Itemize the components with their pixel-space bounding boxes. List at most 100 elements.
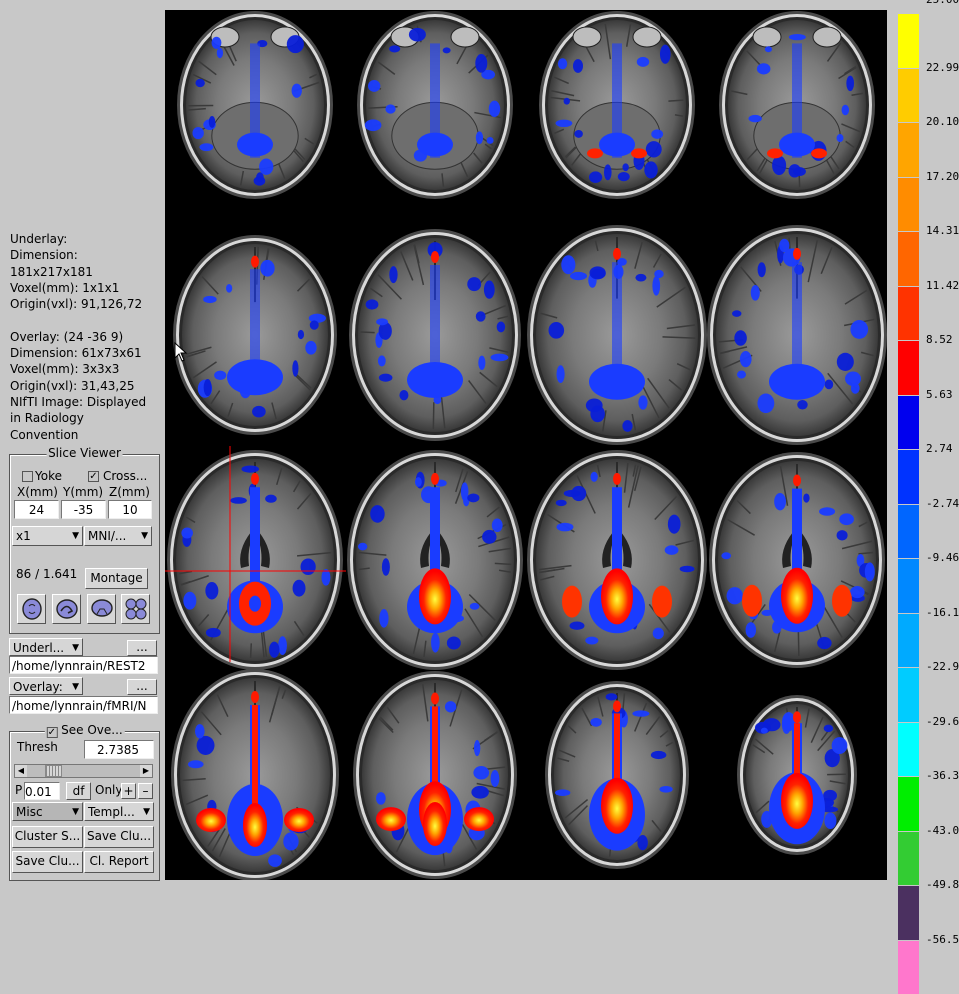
brain-slice[interactable] xyxy=(177,11,333,199)
y-coordinate-input[interactable]: -35 xyxy=(61,500,106,519)
axial-view-button[interactable] xyxy=(17,594,46,624)
info-line: Convention xyxy=(10,427,162,443)
colorbar-segment xyxy=(898,886,919,940)
brain-slice[interactable] xyxy=(347,450,523,670)
colorbar-label: 5.63 xyxy=(926,388,953,401)
x-coordinate-input[interactable]: 24 xyxy=(14,500,59,519)
brain-slice[interactable] xyxy=(357,11,513,199)
image-info: Underlay:Dimension:181x217x181Voxel(mm):… xyxy=(10,231,162,443)
p-label: P xyxy=(15,783,22,797)
overlay-path-field[interactable]: /home/lynnrain/fMRI/N xyxy=(9,696,158,714)
colorbar-segment xyxy=(898,450,919,504)
brain-slice[interactable] xyxy=(539,11,695,199)
yoke-checkbox[interactable] xyxy=(22,471,33,482)
slider-left-arrow[interactable]: ◀ xyxy=(15,765,27,777)
misc-select[interactable]: Misc ▼ xyxy=(12,802,83,821)
info-line xyxy=(10,312,162,328)
brain-slice[interactable] xyxy=(173,235,337,435)
slider-right-arrow[interactable]: ▶ xyxy=(140,765,152,777)
colorbar-segment xyxy=(898,123,919,177)
only-minus-button[interactable]: – xyxy=(138,783,153,799)
colorbar-label: -43.0 xyxy=(926,824,959,837)
info-line: in Radiology xyxy=(10,410,162,426)
info-line: Overlay: (24 -36 9) xyxy=(10,329,162,345)
save-cluster-button-1[interactable]: Save Clu... xyxy=(84,826,154,848)
space-select-value: MNI/... xyxy=(88,529,126,543)
brain-slice[interactable] xyxy=(527,450,707,670)
only-plus-button[interactable]: + xyxy=(121,783,136,799)
brain-slice[interactable] xyxy=(709,452,885,668)
underlay-path-field[interactable]: /home/lynnrain/REST2 xyxy=(9,656,158,674)
slice-viewer-title: Slice Viewer xyxy=(46,446,123,460)
template-select-value: Templ... xyxy=(88,805,135,819)
tri-view-button[interactable] xyxy=(121,594,150,624)
chevron-down-icon: ▼ xyxy=(72,803,79,821)
colorbar-segment xyxy=(898,232,919,286)
space-select[interactable]: MNI/... ▼ xyxy=(84,526,152,546)
colorbar-label: -56.5 xyxy=(926,933,959,946)
colorbar-segment xyxy=(898,723,919,777)
underlay-browse-button[interactable]: ... xyxy=(127,640,157,656)
colorbar-label: -22.9 xyxy=(926,660,959,673)
zoom-select[interactable]: x1 ▼ xyxy=(12,526,83,546)
montage-button[interactable]: Montage xyxy=(85,568,148,589)
colorbar-label: 8.52 xyxy=(926,333,953,346)
cluster-size-button[interactable]: Cluster S... xyxy=(12,826,83,848)
colorbar-segment xyxy=(898,341,919,395)
montage-view[interactable] xyxy=(165,10,887,880)
df-button[interactable]: df xyxy=(66,782,91,800)
zoom-select-value: x1 xyxy=(16,529,31,543)
colorbar-segment xyxy=(898,396,919,450)
colorbar-label: 20.10 xyxy=(926,115,959,128)
chevron-down-icon: ▼ xyxy=(72,678,79,695)
coronal-view-button[interactable] xyxy=(87,594,116,624)
brain-slice[interactable] xyxy=(737,695,857,855)
brain-slice[interactable] xyxy=(527,225,707,445)
info-line: NIfTI Image: Displayed xyxy=(10,394,162,410)
colorbar-label: -29.6 xyxy=(926,715,959,728)
only-label: Only xyxy=(95,783,123,797)
x-mm-label: X(mm) xyxy=(17,485,58,499)
colorbar-label: 17.20 xyxy=(926,170,959,183)
info-line: Origin(vxl): 31,43,25 xyxy=(10,378,162,394)
thresh-label: Thresh xyxy=(17,740,58,754)
z-coordinate-input[interactable]: 10 xyxy=(108,500,152,519)
colorbar-segment xyxy=(898,14,919,68)
colorbar-label: -16.1 xyxy=(926,606,959,619)
see-overlay-checkbox[interactable]: ✓ xyxy=(46,727,57,738)
colorbar-segment xyxy=(898,832,919,886)
brain-slice[interactable] xyxy=(719,11,875,199)
colorbar-label: -49.8 xyxy=(926,878,959,891)
colorbar-segment xyxy=(898,69,919,123)
info-line: Voxel(mm): 3x3x3 xyxy=(10,361,162,377)
overlay-browse-button[interactable]: ... xyxy=(127,679,157,695)
sagittal-view-icon xyxy=(55,597,79,621)
brain-slice[interactable] xyxy=(171,669,339,880)
p-value-input[interactable]: 0.01 xyxy=(24,782,60,800)
colorbar-label: 14.31 xyxy=(926,224,959,237)
colorbar-segment xyxy=(898,178,919,232)
colorbar-segment xyxy=(898,941,919,994)
underlay-select[interactable]: Underl... ▼ xyxy=(9,638,83,656)
brain-slice[interactable] xyxy=(545,681,689,869)
slider-thumb[interactable] xyxy=(45,765,62,777)
sagittal-view-button[interactable] xyxy=(52,594,81,624)
underlay-select-value: Underl... xyxy=(13,641,64,655)
brain-slice[interactable] xyxy=(707,225,887,445)
montage-canvas[interactable] xyxy=(165,10,887,880)
thresh-input[interactable]: 2.7385 xyxy=(84,740,154,759)
brain-slice[interactable] xyxy=(353,671,517,879)
overlay-select[interactable]: Overlay: ▼ xyxy=(9,677,83,695)
cluster-report-button[interactable]: Cl. Report xyxy=(84,851,154,873)
yoke-label: Yoke xyxy=(35,469,62,483)
save-cluster-button-2[interactable]: Save Clu... xyxy=(12,851,83,873)
threshold-slider[interactable]: ◀ ▶ xyxy=(14,764,153,778)
colorbar-segment xyxy=(898,559,919,613)
crosshair-checkbox[interactable]: ✓ xyxy=(88,471,99,482)
colorbar-label: -9.46 xyxy=(926,551,959,564)
template-select[interactable]: Templ... ▼ xyxy=(84,802,154,821)
brain-slice[interactable] xyxy=(349,229,521,441)
info-line: Voxel(mm): 1x1x1 xyxy=(10,280,162,296)
info-line: Dimension: xyxy=(10,247,162,263)
brain-slice[interactable] xyxy=(167,450,343,670)
